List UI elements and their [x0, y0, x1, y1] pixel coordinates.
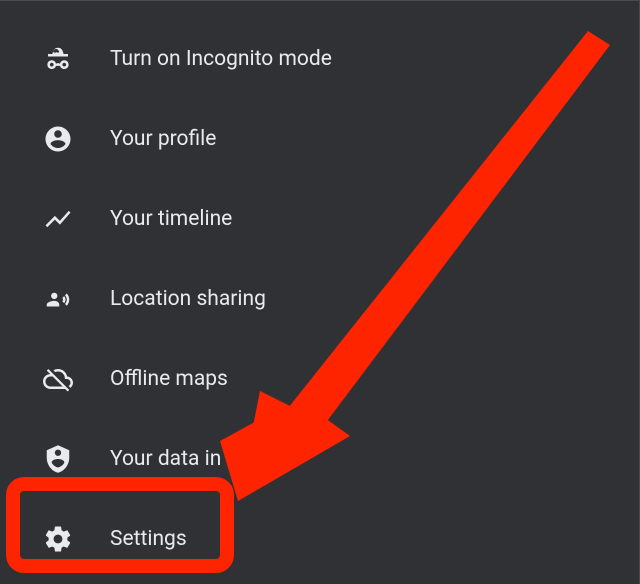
- menu-item-incognito[interactable]: Turn on Incognito mode: [0, 19, 639, 99]
- profile-icon: [40, 124, 76, 154]
- menu-item-label: Location sharing: [110, 287, 266, 311]
- location-sharing-icon: [40, 284, 76, 314]
- menu-item-location-sharing[interactable]: Location sharing: [0, 259, 639, 339]
- timeline-icon: [40, 204, 76, 234]
- cloud-off-icon: [40, 364, 76, 394]
- menu-item-timeline[interactable]: Your timeline: [0, 179, 639, 259]
- menu-item-label: Turn on Incognito mode: [110, 47, 332, 71]
- menu-item-label: Your timeline: [110, 207, 232, 231]
- dropdown-menu: Turn on Incognito mode Your profile Your…: [0, 1, 639, 579]
- menu-item-label: Your data in Maps: [110, 447, 279, 471]
- gear-icon: [40, 524, 76, 554]
- incognito-icon: [40, 44, 76, 74]
- menu-item-label: Settings: [110, 527, 187, 551]
- privacy-shield-icon: [40, 444, 76, 474]
- menu-item-profile[interactable]: Your profile: [0, 99, 639, 179]
- menu-item-offline-maps[interactable]: Offline maps: [0, 339, 639, 419]
- menu-item-label: Offline maps: [110, 367, 228, 391]
- menu-item-your-data[interactable]: Your data in Maps: [0, 419, 639, 499]
- menu-item-settings[interactable]: Settings: [0, 499, 639, 579]
- menu-item-label: Your profile: [110, 127, 216, 151]
